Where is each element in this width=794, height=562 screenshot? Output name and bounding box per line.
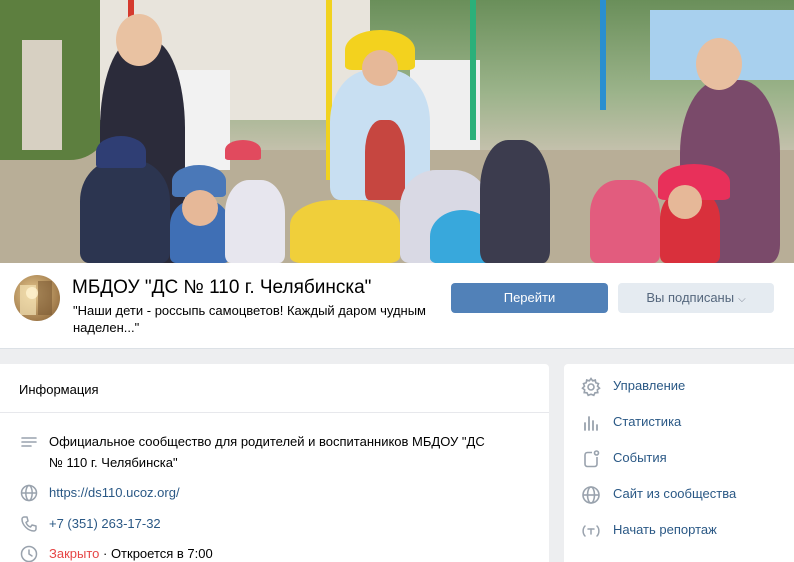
menu-item-label: Управление (613, 378, 686, 393)
cover-adult-right-head (696, 38, 742, 90)
subscribed-label: Вы подписаны (646, 290, 735, 305)
menu-item-events[interactable]: События (580, 447, 780, 471)
phone-icon (19, 514, 39, 534)
cover-child-head (182, 190, 218, 226)
globe-icon (580, 484, 602, 506)
cover-adult-left-head (116, 14, 162, 66)
info-phone-row: +7 (351) 263-17-32 (19, 513, 539, 534)
menu-item-label: Статистика (613, 414, 682, 429)
cover-child-cap (225, 140, 261, 160)
cover-child (590, 180, 660, 263)
go-button[interactable]: Перейти (451, 283, 608, 313)
subscribed-button[interactable]: Вы подписаны ⌵ (618, 283, 774, 313)
cover-child (290, 200, 400, 263)
group-avatar[interactable] (14, 275, 60, 321)
group-title: МБДОУ "ДС № 110 г. Челябинска" (72, 277, 372, 298)
cover-child-cap (96, 136, 146, 168)
admin-menu: Управление Статистика События Сайт из со… (564, 364, 794, 562)
cover-photo (0, 0, 794, 263)
hours-next-open: · Откроется в 7:00 (99, 546, 213, 561)
menu-item-site[interactable]: Сайт из сообщества (580, 483, 780, 507)
cover-tree-trunk (22, 40, 62, 150)
info-site-row: https://ds110.ucoz.org/ (19, 482, 539, 503)
broadcast-icon (580, 520, 602, 542)
menu-item-broadcast[interactable]: Начать репортаж (580, 519, 780, 543)
text-lines-icon (19, 432, 39, 452)
menu-item-label: Начать репортаж (613, 522, 717, 537)
info-phone[interactable]: +7 (351) 263-17-32 (49, 513, 499, 534)
group-status: "Наши дети - россыпь самоцветов! Каждый … (73, 303, 426, 335)
stats-icon (580, 412, 602, 434)
cover-child (480, 140, 550, 263)
chevron-down-icon: ⌵ (738, 294, 746, 305)
group-header: МБДОУ "ДС № 110 г. Челябинска" "Наши дет… (0, 263, 794, 349)
events-icon (580, 448, 602, 470)
info-panel: Информация Официальное сообщество для ро… (0, 364, 549, 562)
info-hours[interactable]: Закрыто · Откроется в 7:00 (49, 543, 499, 562)
hours-status: Закрыто (49, 546, 100, 561)
cover-child-head (668, 185, 702, 219)
info-hours-row: Закрыто · Откроется в 7:00 (19, 543, 539, 562)
info-description-row: Официальное сообщество для родителей и в… (19, 431, 539, 473)
globe-icon (19, 483, 39, 503)
menu-item-stats[interactable]: Статистика (580, 411, 780, 435)
info-title: Информация (19, 382, 99, 397)
cover-post-green (470, 0, 476, 140)
divider (0, 412, 549, 413)
menu-item-manage[interactable]: Управление (580, 375, 780, 399)
cover-post-blue (600, 0, 606, 110)
info-description: Официальное сообщество для родителей и в… (49, 434, 485, 470)
menu-item-label: Сайт из сообщества (613, 486, 737, 501)
cover-clown-head (362, 50, 398, 86)
cover-child (80, 160, 170, 263)
gear-icon (580, 376, 602, 398)
info-site-link[interactable]: https://ds110.ucoz.org/ (49, 482, 499, 503)
cover-child (225, 180, 285, 263)
menu-item-label: События (613, 450, 667, 465)
clock-icon (19, 544, 39, 562)
cover-clown-skirt (365, 120, 405, 200)
